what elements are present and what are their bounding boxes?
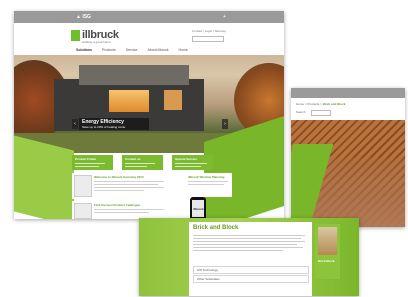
tile-line	[75, 166, 99, 167]
hero-subtitle: Save up to 20% of heating costs	[82, 125, 126, 129]
green-accent-left	[14, 135, 74, 219]
house-upper	[79, 65, 189, 85]
page-title: Brick and Block	[193, 225, 239, 231]
content-panel: Brick and Block HW Technology Other Subs…	[189, 222, 312, 296]
text-line	[94, 212, 149, 213]
search-label: Search	[296, 110, 306, 114]
tile-title: Contact us	[125, 157, 141, 161]
text-line	[193, 244, 297, 245]
tile-contact[interactable]: Contact us	[122, 155, 163, 170]
phone-screen: illbruck	[192, 200, 204, 217]
search-input[interactable]	[192, 36, 224, 42]
top-bar	[291, 88, 405, 98]
plus-icon[interactable]: +	[223, 11, 226, 23]
welcome-title: Welcome to illbruck Germany 2012	[94, 175, 144, 179]
tile-product-finder[interactable]: Product Finder	[72, 155, 113, 170]
tile-line	[125, 166, 147, 167]
text-line	[193, 241, 305, 242]
utility-links[interactable]: Contact | Login | Sitemap	[192, 29, 226, 33]
tile-special-service[interactable]: Special Service	[172, 155, 213, 170]
accordion-label: Other Substrates	[197, 277, 220, 281]
accordion-label: HW Technology	[197, 268, 218, 272]
welcome-card[interactable]: Welcome to illbruck Germany 2012	[72, 173, 182, 199]
nav-item-about[interactable]: About illbruck	[143, 46, 172, 55]
text-line	[94, 209, 164, 210]
product-sidebar[interactable]: Brick Block	[315, 224, 340, 279]
phone-label: illbruck	[193, 207, 204, 211]
window-planning-card[interactable]: illbruck Window Planning	[186, 173, 232, 197]
house-window	[109, 90, 149, 112]
product-page-screenshot: Home > Products > Brick and Block Search	[291, 88, 405, 227]
text-line	[94, 190, 144, 191]
text-line	[94, 184, 158, 185]
text-line	[94, 187, 164, 188]
breadcrumb[interactable]: Home > Products > Brick and Block	[296, 102, 345, 106]
hero-next-button[interactable]: ›	[222, 119, 228, 129]
search-input[interactable]	[311, 110, 331, 116]
text-line	[193, 238, 301, 239]
breadcrumb-current: Brick and Block	[322, 102, 346, 106]
tile-line	[75, 163, 105, 164]
logo-tagline: building a good future	[82, 40, 111, 44]
accordion-other-substrates[interactable]: Other Substrates	[193, 275, 309, 283]
catalogue-card[interactable]: Find the best Product Catalogue	[72, 201, 182, 219]
brick-block-page-screenshot: Brick and Block HW Technology Other Subs…	[139, 218, 359, 296]
text-line	[193, 235, 305, 236]
window-planning-title: illbruck Window Planning	[188, 175, 225, 179]
product-caption: Brick Block	[318, 259, 335, 263]
house-window-2	[164, 90, 182, 110]
main-navigation: Solutions Products Service About illbruc…	[72, 46, 232, 55]
top-bar-brand[interactable]: ▲ ISG	[76, 11, 91, 23]
nav-item-solutions[interactable]: Solutions	[72, 46, 96, 55]
tile-line	[175, 163, 207, 164]
text-line	[193, 247, 303, 248]
nav-item-service[interactable]: Service	[122, 46, 142, 55]
hero-caption: Energy Efficiency Save up to 20% of heat…	[79, 118, 149, 130]
hero-prev-button[interactable]: ‹	[72, 119, 78, 129]
illbruck-logo[interactable]: illbruck building a good future	[71, 29, 129, 44]
tile-line	[175, 166, 201, 167]
welcome-thumbnail	[74, 175, 92, 197]
breadcrumb-path: Home > Products >	[296, 102, 323, 106]
tile-title: Special Service	[175, 157, 198, 161]
top-bar: ▲ ISG +	[14, 11, 284, 23]
homepage-screenshot: ▲ ISG + illbruck building a good future …	[14, 11, 284, 219]
accordion-hw-technology[interactable]: HW Technology	[193, 266, 309, 274]
catalogue-title: Find the best Product Catalogue	[94, 203, 141, 207]
nav-item-home[interactable]: Home	[174, 46, 191, 55]
smartphone-image: illbruck	[190, 197, 206, 219]
product-image	[318, 227, 337, 255]
text-line	[188, 181, 228, 182]
tile-title: Product Finder	[75, 157, 97, 161]
text-line	[193, 250, 283, 251]
nav-item-products[interactable]: Products	[98, 46, 120, 55]
text-line	[188, 184, 224, 185]
tile-line	[125, 163, 155, 164]
text-line	[94, 181, 164, 182]
catalogue-thumbnail	[74, 203, 92, 219]
logo-mark-icon	[71, 30, 80, 41]
